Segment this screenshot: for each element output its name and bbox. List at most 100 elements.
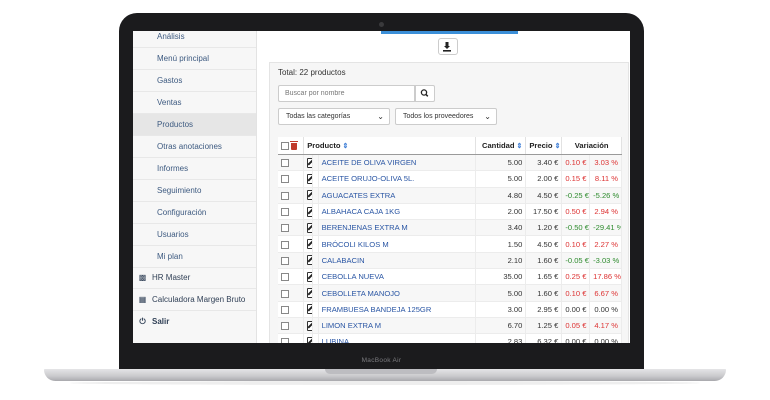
row-checkbox[interactable] (281, 208, 289, 217)
sidebar-item-label: HR Master (152, 273, 191, 282)
product-price: 17.50 € (525, 203, 563, 221)
product-name[interactable]: CALABACIN (318, 252, 476, 270)
edit-icon[interactable] (307, 304, 312, 315)
row-checkbox[interactable] (281, 240, 289, 249)
supplier-select[interactable]: Todos los proveedores ⌄ (395, 108, 497, 125)
product-name[interactable]: CEBOLLA NUEVA (318, 268, 476, 286)
sidebar-item-seguimiento[interactable]: Seguimiento (133, 180, 256, 202)
row-edit-cell (303, 301, 314, 318)
price-variation-percent: -3.03 % (589, 252, 622, 270)
product-name[interactable]: AGUACATES EXTRA (318, 187, 476, 204)
search-button[interactable] (415, 85, 435, 102)
row-checkbox[interactable] (281, 338, 289, 343)
row-select-cell (278, 284, 305, 302)
row-checkbox[interactable] (281, 305, 289, 314)
trash-icon[interactable] (290, 140, 298, 150)
product-name[interactable]: ALBAHACA CAJA 1KG (318, 203, 476, 221)
sidebar-item-label: Seguimiento (157, 186, 202, 195)
category-select[interactable]: Todas las categorías ⌄ (278, 108, 390, 125)
product-price: 2.00 € (525, 170, 563, 188)
products-total: Total: 22 productos (278, 68, 346, 77)
row-edit-cell (303, 317, 314, 335)
sidebar-item-configuracion[interactable]: Configuración (133, 202, 256, 224)
sidebar-item-ventas[interactable]: Ventas (133, 92, 256, 114)
header-quantity[interactable]: Cantidad ⇕ (475, 137, 527, 155)
table-header-row: Producto ⇕ Cantidad ⇕ Precio ⇕ Variación (278, 137, 622, 155)
edit-icon[interactable] (307, 320, 312, 331)
row-checkbox[interactable] (281, 175, 289, 184)
product-name[interactable]: FRAMBUESA BANDEJA 125GR (318, 301, 476, 318)
product-name[interactable]: BERENJENAS EXTRA M (318, 219, 476, 237)
edit-icon[interactable] (307, 239, 312, 250)
product-quantity: 1.50 (475, 235, 527, 253)
price-variation-percent: -5.26 % (589, 187, 622, 204)
product-name[interactable]: ACEITE ORUJO-OLIVA 5L. (318, 170, 476, 188)
row-select-cell (278, 301, 305, 318)
edit-icon[interactable] (307, 173, 312, 184)
sidebar-item-analisis[interactable]: Análisis (133, 31, 256, 48)
chevron-down-icon: ⌄ (377, 112, 384, 121)
price-variation-amount: 0.10 € (561, 154, 591, 172)
product-name[interactable]: LIMON EXTRA M (318, 317, 476, 335)
product-quantity: 2.83 (475, 333, 527, 343)
header-product[interactable]: Producto ⇕ (303, 137, 476, 155)
edit-icon[interactable] (307, 206, 312, 217)
sidebar-item-informes[interactable]: Informes (133, 158, 256, 180)
edit-icon[interactable] (307, 336, 312, 343)
product-name[interactable]: BRÓCOLI KILOS M (318, 235, 476, 253)
price-variation-amount: 0.05 € (561, 317, 591, 335)
sidebar-item-gastos[interactable]: Gastos (133, 70, 256, 92)
edit-icon[interactable] (307, 157, 312, 168)
sidebar-item-hr-master[interactable]: ▩ HR Master (133, 267, 256, 289)
row-checkbox[interactable] (281, 289, 289, 298)
sidebar-item-salir[interactable]: ⏻ Salir (133, 311, 256, 333)
product-name[interactable]: ACEITE DE OLIVA VIRGEN (318, 154, 476, 172)
app-screen: Análisis Menú principal Gastos Ventas Pr… (133, 31, 630, 343)
sidebar-item-menu-principal[interactable]: Menú principal (133, 48, 256, 70)
sidebar-item-mi-plan[interactable]: Mi plan (133, 246, 256, 268)
sidebar-item-productos[interactable]: Productos (133, 114, 256, 136)
edit-icon[interactable] (307, 288, 312, 299)
table-row: ACEITE ORUJO-OLIVA 5L. 5.00 2.00 €0.15 €8.… (278, 170, 622, 188)
row-select-cell (278, 252, 305, 270)
laptop-notch (325, 369, 437, 374)
table-row: BERENJENAS EXTRA M 3.40 1.20 € -0.50 € -29.4… (278, 219, 622, 237)
sidebar-item-label: Otras anotaciones (157, 142, 222, 151)
product-price: 1.20 € (525, 219, 563, 237)
sort-icon: ⇕ (554, 143, 561, 150)
edit-icon[interactable] (307, 271, 312, 282)
row-edit-cell (303, 333, 314, 343)
product-quantity: 4.80 (475, 187, 527, 204)
price-variation-percent: 0.00 % (589, 301, 622, 318)
row-select-cell (278, 170, 305, 188)
product-name[interactable]: LUBINA (318, 333, 476, 343)
row-edit-cell (303, 284, 314, 302)
row-select-cell (278, 219, 305, 237)
row-checkbox[interactable] (281, 224, 289, 233)
sidebar-item-otras-anotaciones[interactable]: Otras anotaciones (133, 136, 256, 158)
select-all-checkbox[interactable] (281, 142, 289, 150)
row-edit-cell (303, 187, 314, 204)
row-checkbox[interactable] (281, 322, 289, 331)
edit-icon[interactable] (307, 222, 312, 233)
header-select-cell (278, 137, 305, 155)
row-edit-cell (303, 203, 314, 221)
sidebar-item-usuarios[interactable]: Usuarios (133, 224, 256, 246)
sidebar-item-label: Gastos (157, 76, 183, 85)
sidebar-item-calculadora[interactable]: ▦ Calculadora Margen Bruto (133, 289, 256, 311)
edit-icon[interactable] (307, 255, 312, 266)
power-icon: ⏻ (139, 317, 146, 326)
sidebar-item-label: Salir (152, 317, 170, 326)
product-price: 3.40 € (525, 154, 563, 172)
row-checkbox[interactable] (281, 256, 289, 265)
search-input[interactable] (278, 85, 415, 102)
product-price: 2.95 € (525, 301, 563, 318)
download-button[interactable] (438, 38, 458, 55)
header-price[interactable]: Precio ⇕ (525, 137, 563, 155)
header-variation: Variación (561, 137, 622, 155)
edit-icon[interactable] (307, 190, 312, 201)
product-name[interactable]: CEBOLLETA MANOJO (318, 284, 476, 302)
row-checkbox[interactable] (281, 159, 289, 168)
row-checkbox[interactable] (281, 273, 289, 282)
row-checkbox[interactable] (281, 191, 289, 200)
